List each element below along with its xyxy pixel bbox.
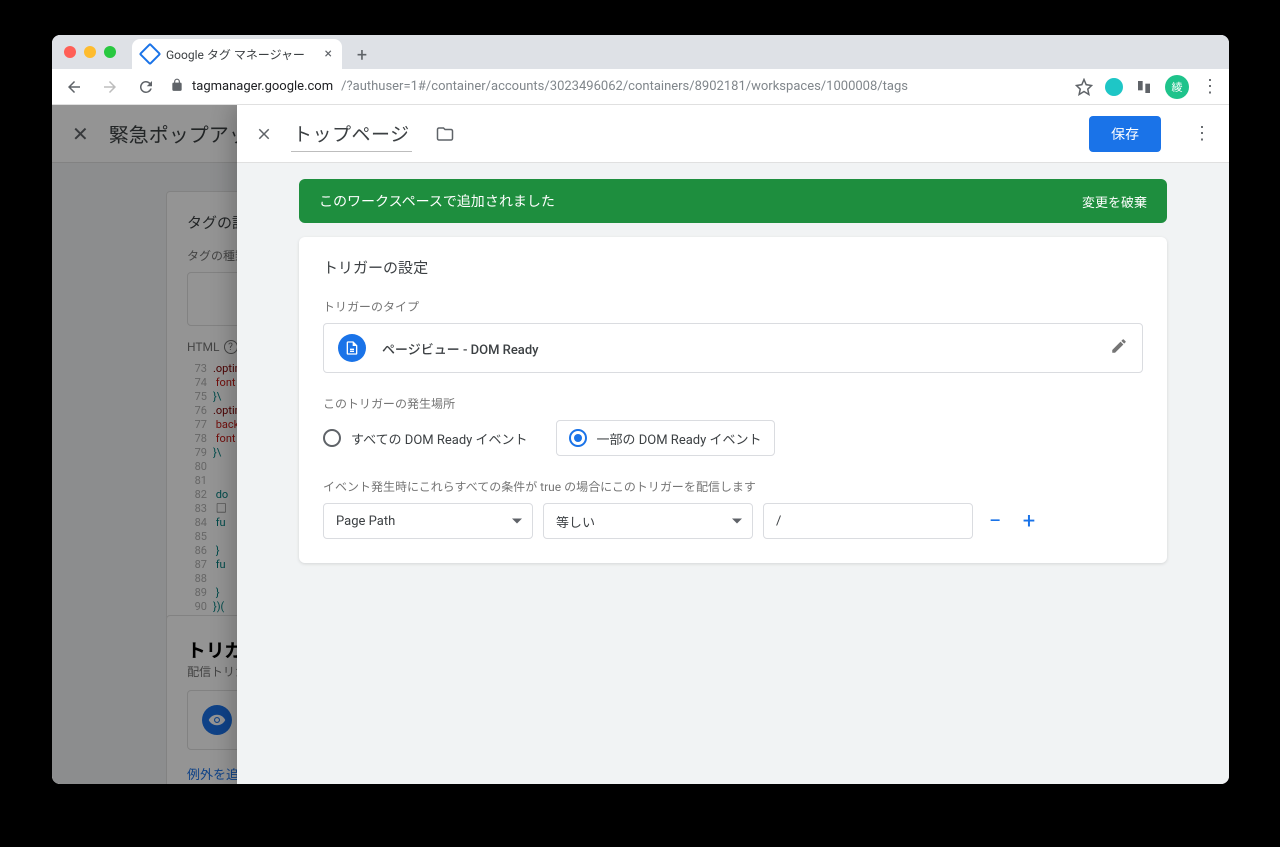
remove-condition-button[interactable]: − <box>983 509 1007 533</box>
radio-icon <box>323 429 341 447</box>
extension-icon-1[interactable] <box>1105 78 1123 96</box>
gtm-favicon-icon <box>139 43 162 66</box>
edit-trigger-type-icon[interactable] <box>1110 337 1128 359</box>
condition-row: Page Path 等しい − + <box>323 503 1143 539</box>
condition-operator-select[interactable]: 等しい <box>543 503 753 539</box>
card-title: トリガーの設定 <box>323 257 1143 278</box>
condition-label: イベント発生時にこれらすべての条件が true の場合にこのトリガーを配信します <box>323 478 1143 495</box>
browser-tabbar: Google タグ マネージャー × + <box>52 35 1229 69</box>
url-host: tagmanager.google.com <box>192 79 333 94</box>
radio-some-label: 一部の DOM Ready イベント <box>597 429 762 448</box>
browser-toolbar: tagmanager.google.com /?authuser=1#/conta… <box>52 69 1229 105</box>
browser-menu-icon[interactable]: ⋮ <box>1201 76 1219 97</box>
condition-value-input[interactable] <box>763 503 973 539</box>
close-tab-icon[interactable]: × <box>325 46 332 62</box>
p2-close-button[interactable] <box>255 125 273 143</box>
fires-on-label: このトリガーの発生場所 <box>323 395 1143 412</box>
maximize-window-icon[interactable] <box>104 46 116 58</box>
add-condition-button[interactable]: + <box>1017 509 1041 533</box>
trigger-type-box[interactable]: ページビュー - DOM Ready <box>323 323 1143 373</box>
discard-changes-button[interactable]: 変更を破棄 <box>1082 192 1147 211</box>
window-controls[interactable] <box>64 35 116 69</box>
trigger-config-card: トリガーの設定 トリガーのタイプ ページビュー - DOM Ready このトリ… <box>299 237 1167 563</box>
lock-icon <box>170 78 184 96</box>
browser-window: Google タグ マネージャー × + tagmanager.google.c… <box>52 35 1229 784</box>
condition-variable-value: Page Path <box>336 514 395 529</box>
condition-variable-select[interactable]: Page Path <box>323 503 533 539</box>
p2-body: このワークスペースで追加されました 変更を破棄 トリガーの設定 トリガーのタイプ… <box>237 163 1229 603</box>
gtm-editor-root: ✕ 緊急ポップアップ タグの設定 タグの種類 HTML ? 73.optim74… <box>52 105 1229 784</box>
radio-some-events[interactable]: 一部の DOM Ready イベント <box>556 420 775 456</box>
trigger-editor-panel: トップページ 保存 ⋮ このワークスペースで追加されました 変更を破棄 トリガー… <box>237 105 1229 784</box>
radio-icon <box>569 429 587 447</box>
tab-title: Google タグ マネージャー <box>166 46 305 63</box>
chevron-down-icon <box>732 519 742 524</box>
star-icon[interactable] <box>1075 78 1093 96</box>
trigger-name-input[interactable]: トップページ <box>291 116 412 152</box>
more-menu-icon[interactable]: ⋮ <box>1193 123 1211 144</box>
profile-avatar[interactable]: 綾 <box>1165 75 1189 99</box>
close-window-icon[interactable] <box>64 46 76 58</box>
trigger-type-value: ページビュー - DOM Ready <box>382 339 539 358</box>
radio-all-events[interactable]: すべての DOM Ready イベント <box>323 420 528 456</box>
workspace-added-banner: このワークスペースで追加されました 変更を破棄 <box>299 179 1167 223</box>
new-tab-button[interactable]: + <box>348 41 376 69</box>
url-path: /?authuser=1#/container/accounts/3023496… <box>341 79 908 94</box>
minimize-window-icon[interactable] <box>84 46 96 58</box>
fires-on-radios: すべての DOM Ready イベント 一部の DOM Ready イベント <box>323 420 1143 456</box>
save-button[interactable]: 保存 <box>1089 116 1161 152</box>
radio-all-label: すべての DOM Ready イベント <box>351 429 528 448</box>
banner-text: このワークスペースで追加されました <box>319 191 555 211</box>
forward-button[interactable] <box>98 75 122 99</box>
reload-button[interactable] <box>134 75 158 99</box>
back-button[interactable] <box>62 75 86 99</box>
chevron-down-icon <box>512 519 522 524</box>
trigger-type-label: トリガーのタイプ <box>323 298 1143 315</box>
address-bar[interactable]: tagmanager.google.com /?authuser=1#/conta… <box>170 78 1063 96</box>
extension-icon-2[interactable] <box>1135 78 1153 96</box>
browser-tab[interactable]: Google タグ マネージャー × <box>132 39 342 69</box>
folder-icon[interactable] <box>436 125 454 143</box>
p2-header: トップページ 保存 ⋮ <box>237 105 1229 163</box>
condition-operator-value: 等しい <box>556 512 595 531</box>
dom-ready-icon <box>338 334 366 362</box>
